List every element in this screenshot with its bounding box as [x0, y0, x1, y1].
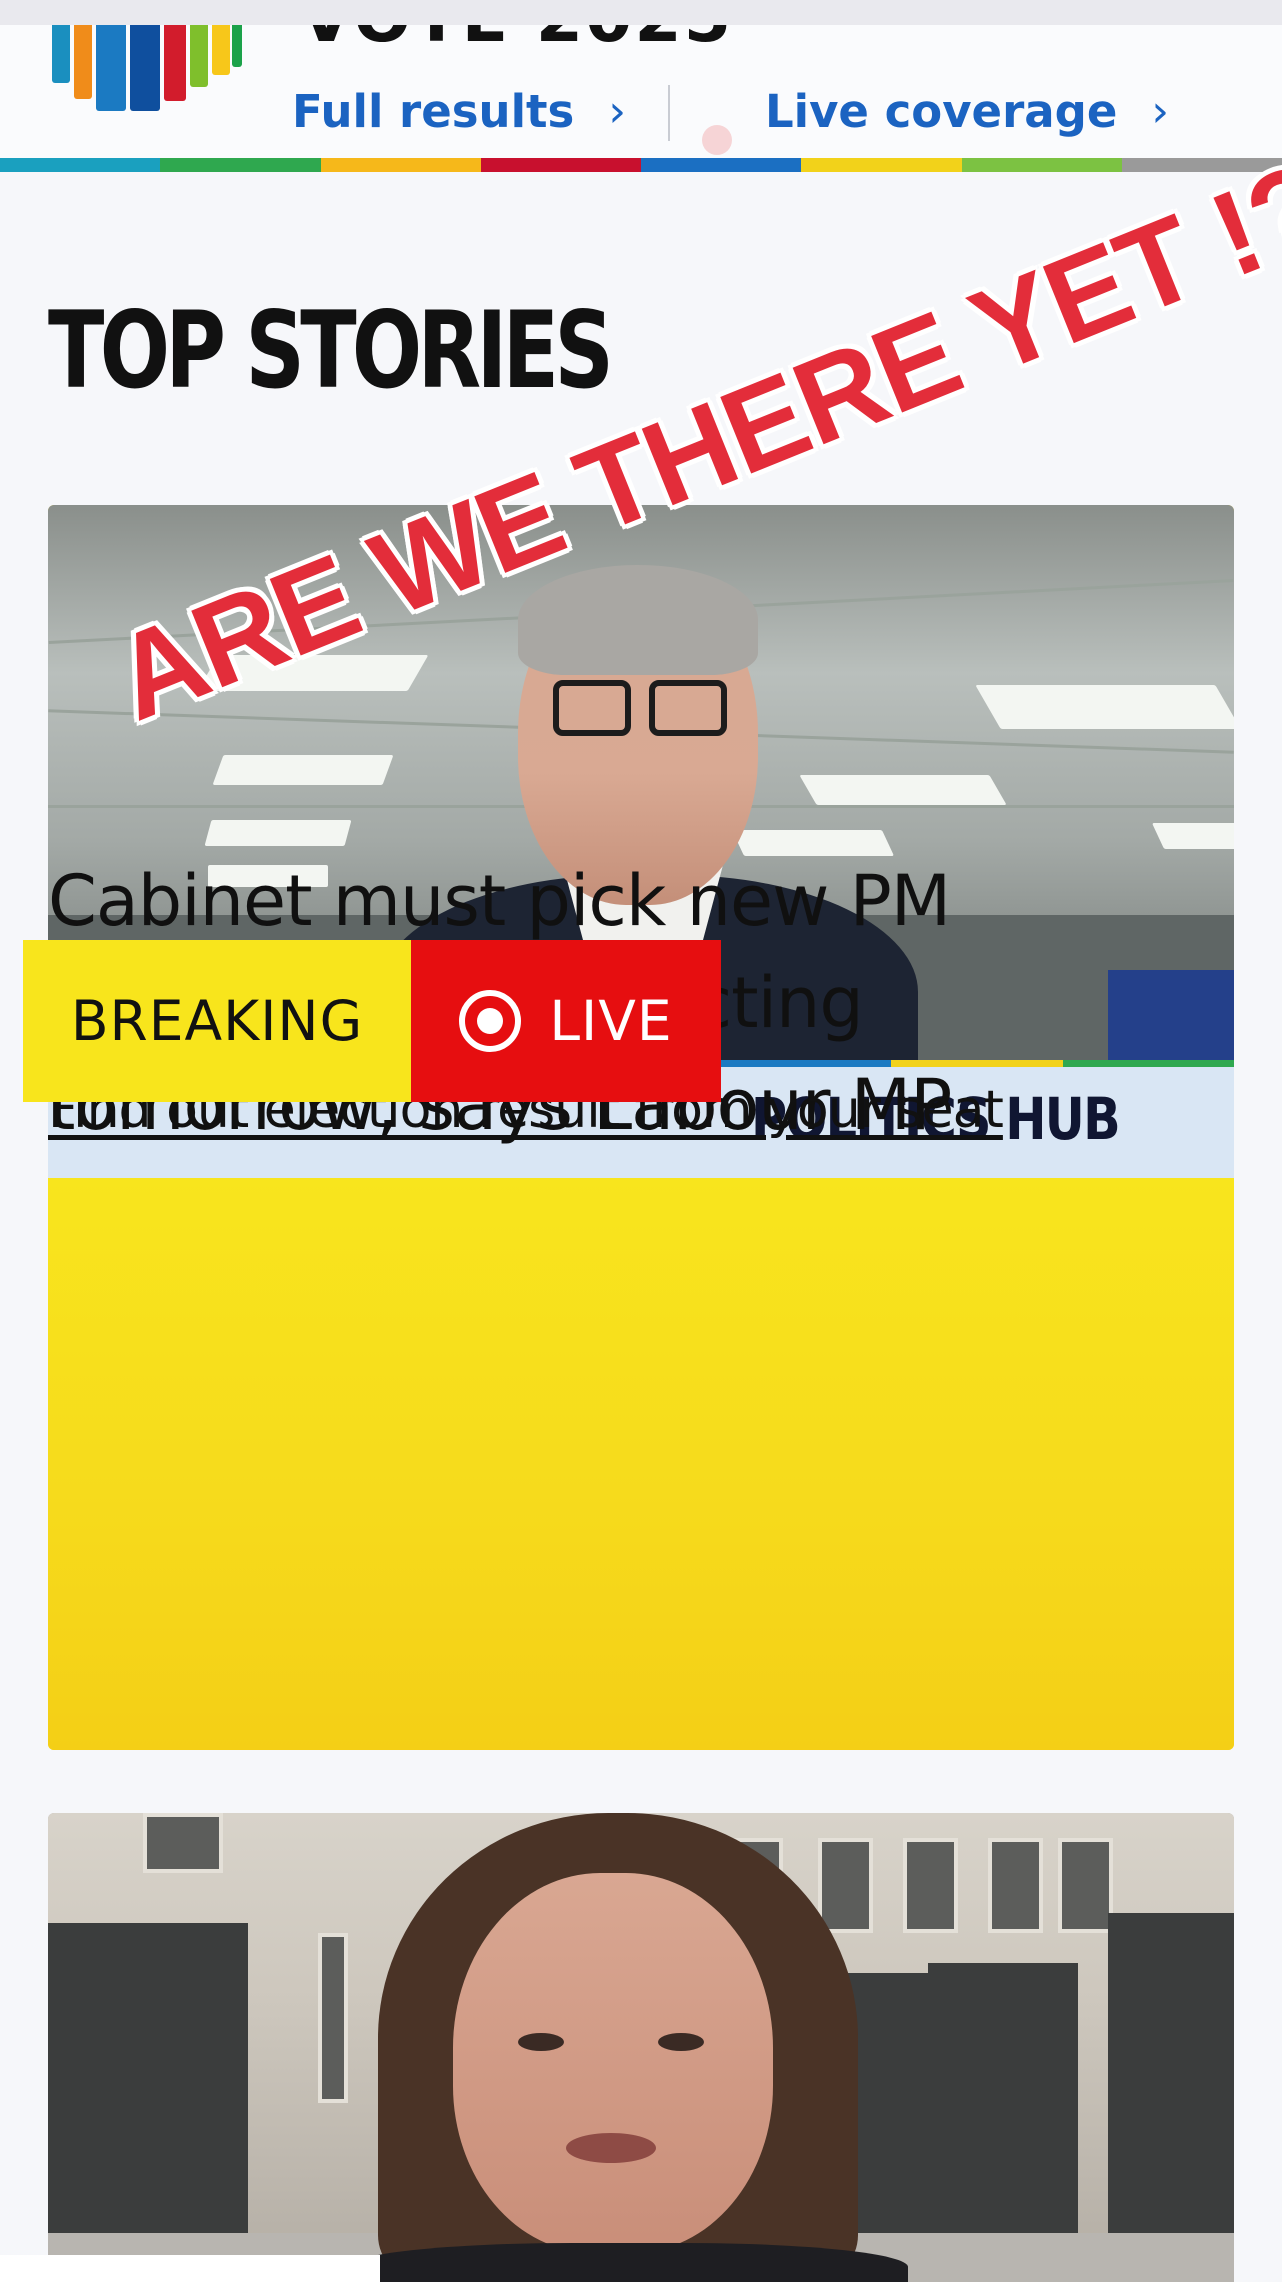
chevron-right-icon: ›: [608, 85, 626, 137]
person-face: [453, 1873, 773, 2253]
live-coverage-label: Live coverage: [765, 84, 1118, 138]
live-dot-icon: [702, 125, 732, 155]
full-results-label: Full results: [292, 84, 575, 138]
mouth: [566, 2133, 656, 2163]
person-figure: [348, 2243, 908, 2282]
status-strip: [0, 0, 1282, 25]
story-body: [48, 1178, 1234, 1750]
bottom-label-tab: [0, 2255, 380, 2282]
glasses-icon: [553, 680, 733, 750]
second-story-card[interactable]: [48, 1813, 1234, 2282]
full-results-link[interactable]: Full results ›: [292, 81, 626, 141]
live-record-icon: [459, 990, 522, 1052]
eye: [518, 2033, 564, 2051]
live-coverage-link[interactable]: Live coverage ›: [765, 81, 1169, 141]
color-stripe: [0, 158, 1282, 172]
banner-title: VOTE 2025: [300, 25, 733, 58]
live-tag: LIVE: [411, 940, 721, 1102]
breaking-tag: BREAKING: [23, 940, 411, 1102]
eye: [658, 2033, 704, 2051]
live-label: LIVE: [549, 989, 673, 1053]
breaking-label: BREAKING: [70, 989, 364, 1053]
section-heading: TOP STORIES: [48, 289, 614, 412]
election-logo: [52, 25, 242, 125]
chevron-right-icon: ›: [1151, 85, 1169, 137]
election-banner: VOTE 2025 Full results › Live coverage ›: [0, 25, 1282, 160]
news-page: VOTE 2025 Full results › Live coverage ›…: [0, 0, 1282, 2282]
link-divider: [668, 85, 670, 141]
